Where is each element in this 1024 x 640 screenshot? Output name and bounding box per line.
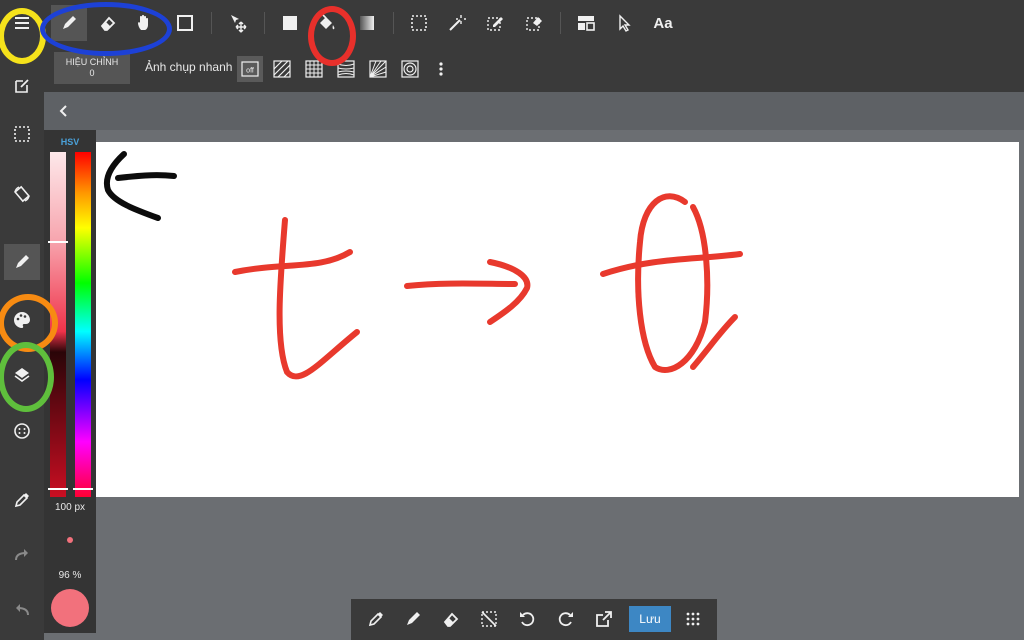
correction-value: 0 xyxy=(89,68,95,78)
stroke-theta-loop xyxy=(635,193,711,373)
sidebar-item-undo[interactable] xyxy=(4,592,40,628)
brush-icon xyxy=(16,255,29,268)
canvas-navbar xyxy=(44,92,1024,130)
eyedropper-icon xyxy=(14,493,29,508)
sidebar-item-brush[interactable] xyxy=(4,244,40,280)
snap-parallel-button[interactable] xyxy=(269,56,295,82)
color-mode-label[interactable]: HSV xyxy=(44,137,96,147)
sidebar-item-rotate[interactable] xyxy=(4,176,40,212)
rotate-icon xyxy=(13,185,31,203)
select-eraser-icon xyxy=(526,17,542,31)
chevron-left-icon xyxy=(59,105,67,117)
frame-divider-tool[interactable] xyxy=(568,5,604,41)
more-vertical-icon xyxy=(439,62,443,76)
square-outline-icon xyxy=(177,15,193,31)
snap-radial-button[interactable] xyxy=(365,56,391,82)
bottom-deselect-button[interactable] xyxy=(473,603,505,635)
save-button[interactable]: Lưu xyxy=(629,606,671,632)
bottom-rotate-ccw-button[interactable] xyxy=(511,603,543,635)
collapse-button[interactable] xyxy=(52,99,76,123)
sidebar-item-material[interactable] xyxy=(4,413,40,449)
rotate-cw-icon xyxy=(558,612,573,627)
sidebar-item-selection[interactable] xyxy=(4,116,40,152)
snapshot-label: Ảnh chụp nhanh xyxy=(145,60,233,74)
correction-control[interactable]: HIỆU CHỈNH 0 xyxy=(54,52,130,84)
hue-marker[interactable] xyxy=(73,488,93,490)
brush-size-preview xyxy=(67,537,73,543)
current-color-swatch[interactable] xyxy=(51,589,89,627)
separator xyxy=(264,12,265,34)
snap-circle-button[interactable] xyxy=(397,56,423,82)
gradient-icon xyxy=(360,16,374,30)
sidebar-item-eyedropper[interactable] xyxy=(4,482,40,518)
bottom-toolbar: Lưu xyxy=(351,599,717,640)
move-tool[interactable] xyxy=(220,5,256,41)
bottom-eraser-button[interactable] xyxy=(435,603,467,635)
sidebar-item-redo[interactable] xyxy=(4,537,40,573)
value-marker[interactable] xyxy=(48,488,68,490)
deselect-icon xyxy=(481,611,497,627)
eyedropper-icon xyxy=(368,612,383,627)
drawing-strokes xyxy=(232,193,743,380)
stroke-arrow-head xyxy=(487,259,531,325)
separator xyxy=(393,12,394,34)
snap-off-button[interactable]: off xyxy=(237,56,263,82)
frame-icon xyxy=(578,16,595,31)
shape-tool[interactable] xyxy=(167,5,203,41)
snap-circle-icon xyxy=(401,60,419,78)
stroke-arrow-shaft xyxy=(404,280,518,289)
stroke-t-horizontal xyxy=(232,249,353,275)
sidebar-item-edit[interactable] xyxy=(4,68,40,104)
separator xyxy=(560,12,561,34)
separator xyxy=(211,12,212,34)
annotation-black-arrow xyxy=(103,151,177,221)
snap-parallel-icon xyxy=(273,60,291,78)
undo-icon xyxy=(16,604,29,616)
svg-text:off: off xyxy=(246,68,254,75)
bottom-pen-button[interactable] xyxy=(397,603,429,635)
annotation-red-circle xyxy=(308,6,356,66)
bottom-menu-button[interactable] xyxy=(677,603,709,635)
text-tool[interactable]: Aa xyxy=(645,5,681,41)
stroke-t-vertical xyxy=(276,217,360,380)
snap-radial-icon xyxy=(369,60,387,78)
annotation-yellow-circle xyxy=(0,8,46,64)
selection-icon xyxy=(14,126,30,142)
magic-wand-tool[interactable] xyxy=(439,5,475,41)
pen-icon xyxy=(407,612,420,625)
text-icon: Aa xyxy=(653,14,673,32)
redo-icon xyxy=(15,549,28,561)
bottom-transform-button[interactable] xyxy=(588,603,620,635)
fill-color-tool[interactable] xyxy=(272,5,308,41)
square-fill-icon xyxy=(283,16,297,30)
stroke-theta-cross xyxy=(600,251,743,277)
pointer-icon xyxy=(619,14,631,32)
hue-slider[interactable] xyxy=(75,152,91,497)
select-rect-tool[interactable] xyxy=(401,5,437,41)
grid-menu-icon xyxy=(686,612,700,626)
eraser-icon xyxy=(443,612,459,627)
magic-wand-icon xyxy=(449,15,466,31)
select-pen-icon xyxy=(487,17,503,31)
saturation-marker[interactable] xyxy=(48,241,68,243)
annotation-blue-circle xyxy=(40,2,172,56)
transform-icon xyxy=(596,611,612,627)
snap-off-icon: off xyxy=(241,61,259,77)
more-options-button[interactable] xyxy=(428,56,454,82)
rotate-ccw-icon xyxy=(520,612,535,627)
annotation-green-circle xyxy=(0,342,54,412)
drawing-canvas[interactable] xyxy=(95,142,1019,497)
bottom-rotate-cw-button[interactable] xyxy=(550,603,582,635)
correction-label: HIỆU CHỈNH xyxy=(65,57,119,67)
move-icon xyxy=(231,15,247,33)
brush-size-label: 100 px xyxy=(54,502,86,513)
edit-icon xyxy=(15,79,29,93)
bottom-eyedropper-button[interactable] xyxy=(360,603,392,635)
opacity-label: 96 % xyxy=(58,570,82,581)
material-icon xyxy=(14,423,30,439)
select-pen-tool[interactable] xyxy=(477,5,513,41)
select-rect-icon xyxy=(411,15,427,31)
operation-tool[interactable] xyxy=(606,5,642,41)
select-eraser-tool[interactable] xyxy=(516,5,552,41)
